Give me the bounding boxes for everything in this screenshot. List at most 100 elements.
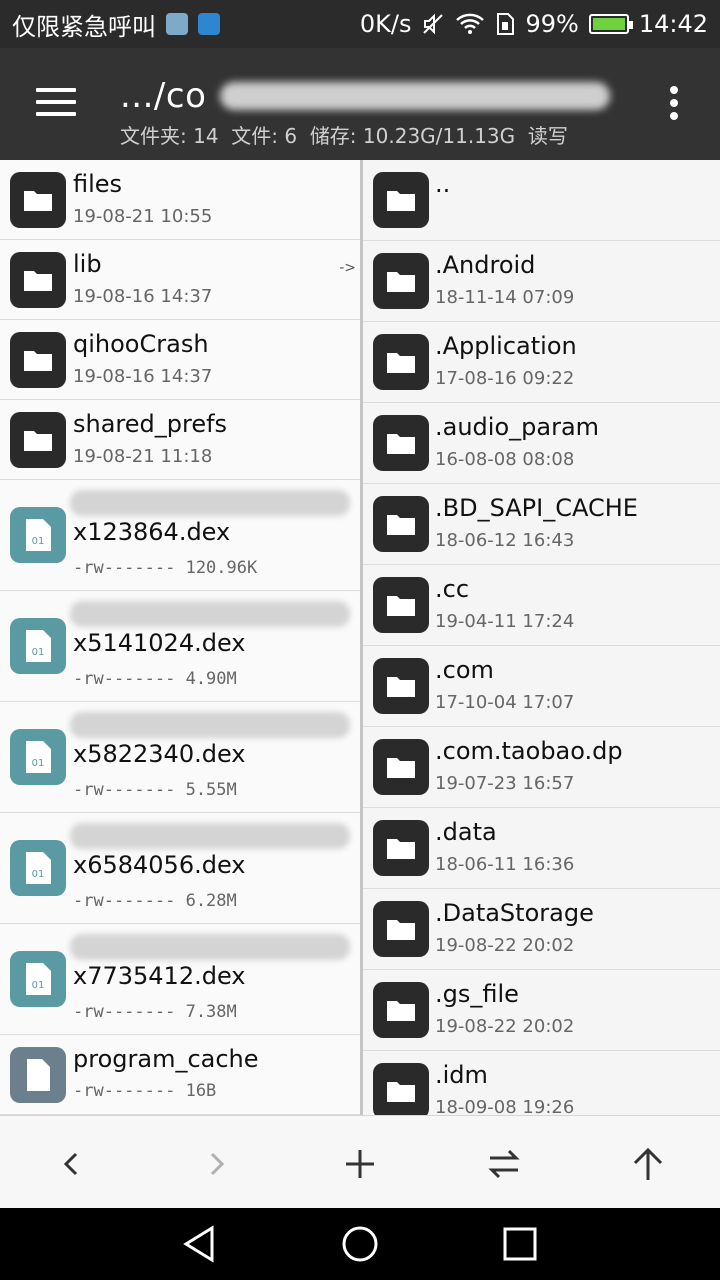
usb-icon <box>198 13 220 35</box>
item-name: .DataStorage <box>435 899 594 927</box>
redacted-filename <box>70 601 350 627</box>
list-item[interactable]: .com 17-10-04 17:07 <box>363 646 720 727</box>
item-name: .gs_file <box>435 980 519 1008</box>
redacted-filename <box>70 490 350 516</box>
clock: 14:42 <box>638 10 708 38</box>
swap-panes-icon[interactable] <box>484 1144 524 1184</box>
list-item[interactable]: qihooCrash 19-08-16 14:37 <box>0 320 360 400</box>
list-item[interactable]: .audio_param 16-08-08 08:08 <box>363 403 720 484</box>
right-pane[interactable]: .. .Android 18-11-14 07:09 .Application 17-0… <box>363 160 720 1115</box>
item-meta: 19-08-21 11:18 <box>73 446 213 467</box>
item-meta: 18-11-14 07:09 <box>435 287 575 308</box>
list-item[interactable]: .cc 19-04-11 17:24 <box>363 565 720 646</box>
app-bar: .../co 文件夹: 14 文件: 6 储存: 10.23G/11.13G 读… <box>0 48 720 160</box>
mute-icon <box>423 13 444 35</box>
item-meta: -rw------- 120.96K <box>73 558 258 578</box>
wifi-icon <box>456 13 485 34</box>
folder-icon <box>373 172 429 228</box>
list-item[interactable]: 01 x6584056.dex -rw------- 6.28M <box>0 813 360 924</box>
item-name: x5141024.dex <box>73 629 246 657</box>
list-item[interactable]: program_cache -rw------- 16B <box>0 1035 360 1115</box>
folder-icon <box>373 739 429 795</box>
item-name: shared_prefs <box>73 410 228 438</box>
svg-text:01: 01 <box>32 869 45 880</box>
parent-folder-icon[interactable] <box>628 1144 668 1184</box>
list-item[interactable]: shared_prefs 19-08-21 11:18 <box>0 400 360 480</box>
left-pane[interactable]: files 19-08-21 10:55 lib 19-08-16 14:37 -> qi… <box>0 160 363 1115</box>
folder-icon <box>10 172 66 228</box>
menu-icon[interactable] <box>36 88 76 118</box>
dual-pane-browser: files 19-08-21 10:55 lib 19-08-16 14:37 -> qi… <box>0 160 720 1115</box>
item-name: .cc <box>435 575 470 603</box>
folder-icon <box>373 415 429 471</box>
list-item[interactable]: .idm 18-09-08 19:26 <box>363 1051 720 1115</box>
item-meta: 19-04-11 17:24 <box>435 611 575 632</box>
add-icon[interactable] <box>340 1144 380 1184</box>
back-arrow-icon[interactable] <box>52 1144 92 1184</box>
list-item[interactable]: .com.taobao.dp 19-07-23 16:57 <box>363 727 720 808</box>
item-name: .com <box>435 656 494 684</box>
list-item[interactable]: .Android 18-11-14 07:09 <box>363 241 720 322</box>
item-meta: -rw------- 7.38M <box>73 1002 237 1022</box>
list-item[interactable]: 01 x5141024.dex -rw------- 4.90M <box>0 591 360 702</box>
more-options-icon[interactable] <box>670 86 678 125</box>
folder-icon <box>10 332 66 388</box>
item-meta: 19-08-16 14:37 <box>73 366 213 387</box>
list-item[interactable]: .Application 17-08-16 09:22 <box>363 322 720 403</box>
current-path[interactable]: .../co <box>120 76 206 116</box>
item-meta: 16-08-08 08:08 <box>435 449 575 470</box>
item-meta: 19-08-22 20:02 <box>435 1016 575 1037</box>
item-name: .Application <box>435 332 577 360</box>
folder-icon <box>373 253 429 309</box>
folder-icon <box>373 1063 429 1115</box>
nav-back-icon[interactable] <box>180 1224 220 1264</box>
list-item[interactable]: 01 x5822340.dex -rw------- 5.55M <box>0 702 360 813</box>
redacted-filename <box>70 823 350 849</box>
svg-text:01: 01 <box>32 647 45 658</box>
network-speed: 0K/s <box>359 10 412 38</box>
item-meta: 18-06-11 16:36 <box>435 854 575 875</box>
list-item[interactable]: .DataStorage 19-08-22 20:02 <box>363 889 720 970</box>
item-meta: 18-06-12 16:43 <box>435 530 575 551</box>
list-item[interactable]: .BD_SAPI_CACHE 18-06-12 16:43 <box>363 484 720 565</box>
svg-text:01: 01 <box>32 758 45 769</box>
folder-icon <box>373 658 429 714</box>
item-name: .audio_param <box>435 413 600 441</box>
folder-count: 文件夹: 14 <box>120 124 219 148</box>
list-item[interactable]: lib 19-08-16 14:37 -> <box>0 240 360 320</box>
item-meta: 19-07-23 16:57 <box>435 773 575 794</box>
item-name: files <box>73 170 123 198</box>
file-icon <box>10 1047 66 1103</box>
item-name: lib <box>73 250 102 278</box>
list-item[interactable]: files 19-08-21 10:55 <box>0 160 360 240</box>
item-name: .Android <box>435 251 536 279</box>
item-name: .com.taobao.dp <box>435 737 623 765</box>
system-nav-bar <box>0 1208 720 1280</box>
carrier-text: 仅限紧急呼叫 <box>12 12 156 41</box>
folder-icon <box>373 334 429 390</box>
list-item[interactable]: 01 x123864.dex -rw------- 120.96K <box>0 480 360 591</box>
forward-arrow-icon[interactable] <box>196 1144 236 1184</box>
list-item[interactable]: .. <box>363 160 720 241</box>
nav-recents-icon[interactable] <box>500 1224 540 1264</box>
dex-file-icon: 01 <box>10 729 66 785</box>
item-name: x5822340.dex <box>73 740 246 768</box>
list-item[interactable]: .gs_file 19-08-22 20:02 <box>363 970 720 1051</box>
item-name: x6584056.dex <box>73 851 246 879</box>
sim-icon <box>497 13 515 35</box>
dex-file-icon: 01 <box>10 507 66 563</box>
item-meta: 17-08-16 09:22 <box>435 368 575 389</box>
dex-file-icon: 01 <box>10 840 66 896</box>
list-item[interactable]: 01 x7735412.dex -rw------- 7.38M <box>0 924 360 1035</box>
folder-icon <box>373 496 429 552</box>
status-bar: 仅限紧急呼叫 0K/s 99% 14:42 <box>0 0 720 48</box>
file-count: 文件: 6 <box>231 124 298 148</box>
dex-file-icon: 01 <box>10 618 66 674</box>
storage-info: 储存: 10.23G/11.13G <box>309 124 516 148</box>
item-name: .data <box>435 818 497 846</box>
nav-home-icon[interactable] <box>340 1224 380 1264</box>
list-item[interactable]: .data 18-06-11 16:36 <box>363 808 720 889</box>
item-meta: 19-08-22 20:02 <box>435 935 575 956</box>
item-name: .BD_SAPI_CACHE <box>435 494 638 522</box>
folder-icon <box>10 412 66 468</box>
